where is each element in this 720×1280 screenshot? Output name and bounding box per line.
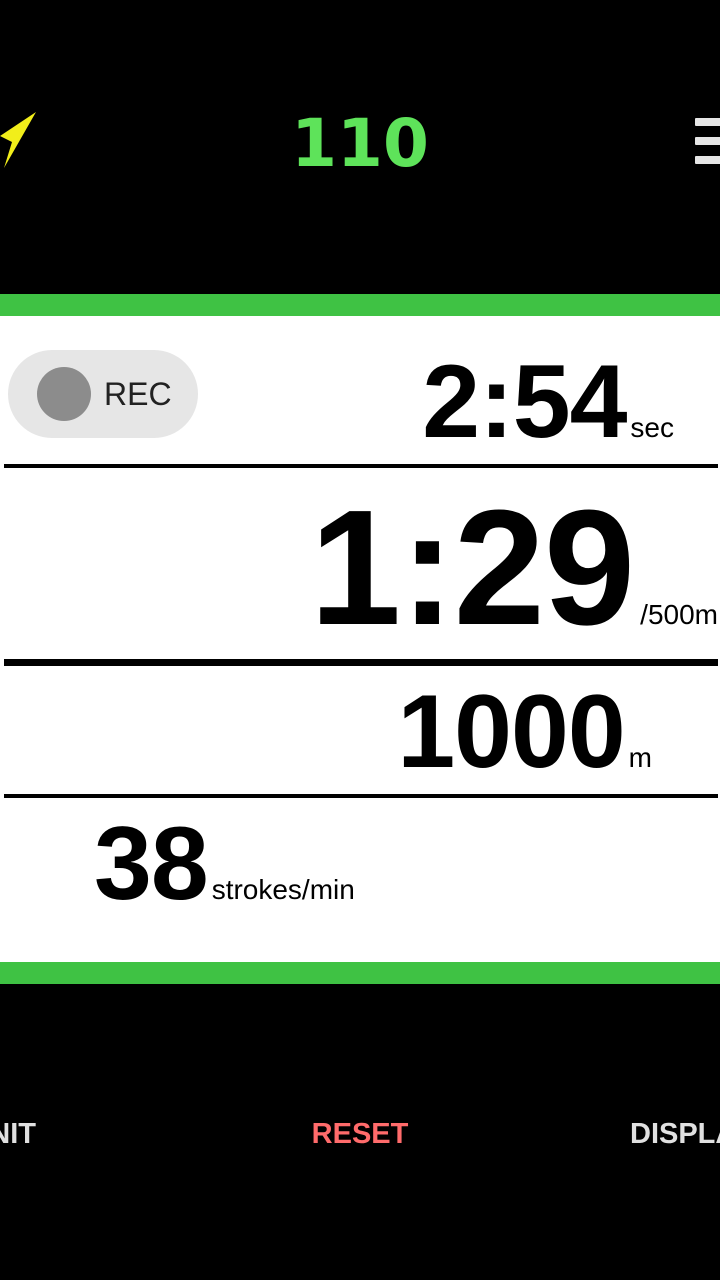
distance-value: 1000 bbox=[397, 674, 625, 790]
stroke-rate-metric: 38 strokes/min bbox=[94, 808, 355, 920]
metrics-panel: REC 2:54 sec 1:29/500m 1000 m 38 strokes/mi… bbox=[0, 316, 720, 962]
split-pace-unit: /500m bbox=[640, 599, 718, 630]
stroke-rate-value: 38 bbox=[94, 806, 209, 922]
divider bbox=[4, 794, 718, 798]
top-green-band bbox=[0, 294, 720, 316]
record-toggle-knob bbox=[37, 367, 91, 421]
rowing-monitor-screen: 110 REC 2:54 sec 1:29/500m 1000 m 38 stroke… bbox=[0, 0, 720, 1280]
distance-unit: m bbox=[628, 742, 652, 773]
split-pace-value: 1:29 bbox=[309, 476, 635, 659]
split-pace-metric: 1:29/500m bbox=[310, 484, 718, 652]
reset-button[interactable]: RESET bbox=[0, 1114, 720, 1154]
record-toggle[interactable]: REC bbox=[8, 350, 198, 438]
record-label: REC bbox=[104, 376, 172, 412]
distance-metric: 1000 m bbox=[397, 676, 652, 788]
elapsed-time-value: 2:54 bbox=[422, 344, 627, 460]
divider bbox=[4, 659, 718, 666]
top-bar: 110 bbox=[0, 0, 720, 294]
elapsed-time-unit: sec bbox=[630, 412, 674, 443]
stroke-rate-unit: strokes/min bbox=[211, 874, 355, 905]
display-button[interactable]: DISPLAY bbox=[630, 1114, 720, 1154]
divider bbox=[4, 464, 718, 468]
heart-rate-value: 110 bbox=[291, 105, 429, 182]
elapsed-time-metric: 2:54 sec bbox=[422, 346, 674, 458]
bottom-green-band bbox=[0, 962, 720, 984]
bottom-bar: INIT RESET DISPLAY bbox=[0, 984, 720, 1280]
menu-icon[interactable] bbox=[695, 118, 720, 164]
